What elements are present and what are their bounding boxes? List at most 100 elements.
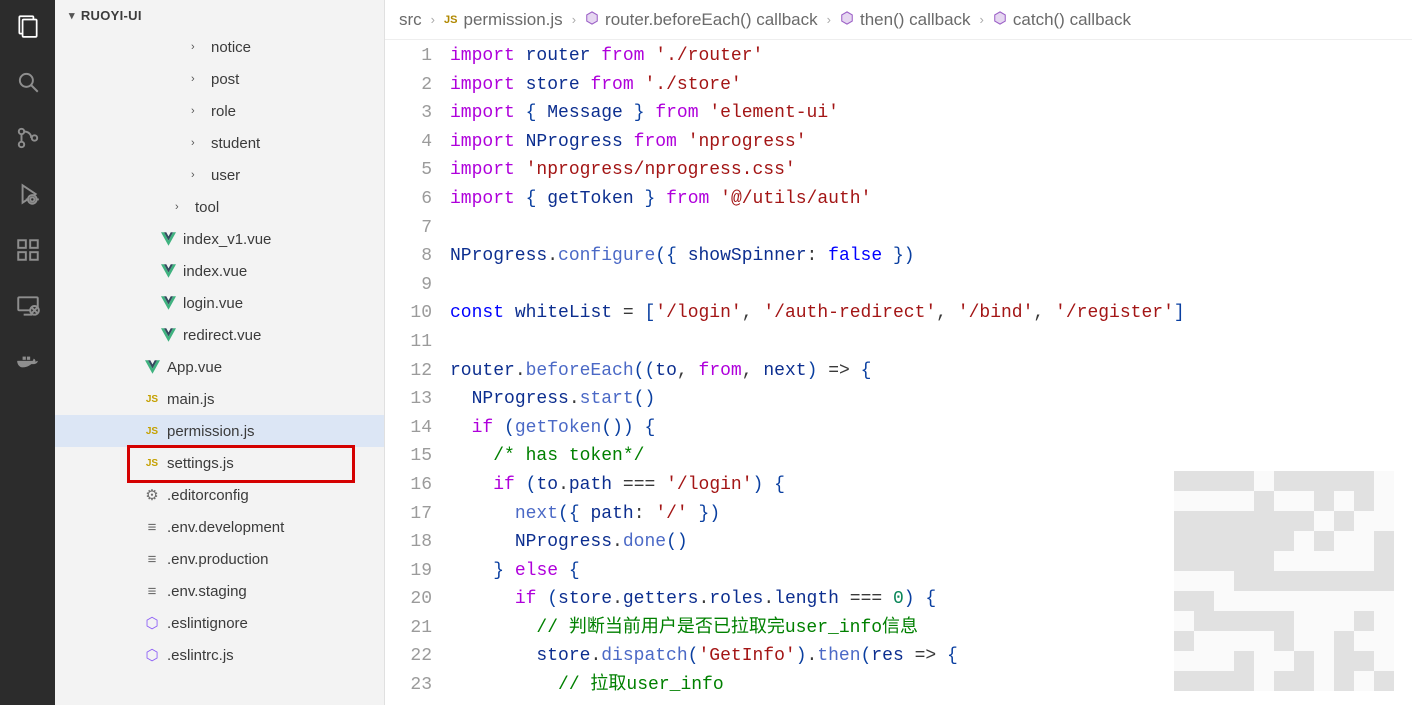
breadcrumb-item[interactable]: JS permission.js — [444, 10, 563, 30]
eslint-file-icon: ⬡ — [143, 614, 161, 632]
tree-item-label: App.vue — [167, 359, 222, 376]
chevron-right-icon: › — [191, 73, 205, 85]
tree-item-label: .env.staging — [167, 583, 247, 600]
line-number: 2 — [385, 71, 432, 100]
file-item[interactable]: index.vue — [55, 255, 384, 287]
code-line[interactable]: /* has token*/ — [450, 442, 1412, 471]
extensions-icon[interactable] — [14, 236, 42, 264]
tree-item-label: post — [211, 71, 239, 88]
file-item[interactable]: JSsettings.js — [55, 447, 384, 479]
source-control-icon[interactable] — [14, 124, 42, 152]
method-icon — [585, 11, 599, 28]
line-number: 15 — [385, 442, 432, 471]
folder-item[interactable]: › post — [55, 63, 384, 95]
tree-item-label: notice — [211, 39, 251, 56]
code-line[interactable]: import router from './router' — [450, 42, 1412, 71]
breadcrumb-label: then() callback — [860, 10, 971, 30]
folder-item[interactable]: ›notice — [55, 31, 384, 63]
code-line[interactable] — [450, 328, 1412, 357]
file-item[interactable]: ⬡.eslintrc.js — [55, 639, 384, 671]
code-line[interactable]: import NProgress from 'nprogress' — [450, 128, 1412, 157]
qr-watermark — [1174, 471, 1394, 691]
folder-item[interactable]: ›tool — [55, 191, 384, 223]
config-file-icon: ≡ — [143, 519, 161, 536]
code-line[interactable]: NProgress.start() — [450, 385, 1412, 414]
code-line[interactable] — [450, 214, 1412, 243]
vue-file-icon — [159, 296, 177, 310]
chevron-right-icon: › — [824, 12, 834, 27]
file-item[interactable]: login.vue — [55, 287, 384, 319]
line-number: 8 — [385, 242, 432, 271]
code-line[interactable]: NProgress.configure({ showSpinner: false… — [450, 242, 1412, 271]
line-number: 4 — [385, 128, 432, 157]
file-item[interactable]: redirect.vue — [55, 319, 384, 351]
gear-icon: ⚙ — [143, 486, 161, 504]
breadcrumb-label: router.beforeEach() callback — [605, 10, 818, 30]
code-line[interactable]: if (getToken()) { — [450, 414, 1412, 443]
code-line[interactable]: import { getToken } from '@/utils/auth' — [450, 185, 1412, 214]
tree-item-label: index.vue — [183, 263, 247, 280]
code-line[interactable]: import { Message } from 'element-ui' — [450, 99, 1412, 128]
file-item[interactable]: JSmain.js — [55, 383, 384, 415]
config-file-icon: ≡ — [143, 551, 161, 568]
explorer-icon[interactable] — [14, 12, 42, 40]
tree-item-label: login.vue — [183, 295, 243, 312]
code-line[interactable]: import 'nprogress/nprogress.css' — [450, 156, 1412, 185]
tree-item-label: tool — [195, 199, 219, 216]
file-item[interactable]: ≡ .env.development — [55, 511, 384, 543]
breadcrumb-item[interactable]: catch() callback — [993, 10, 1131, 30]
project-title: RUOYI-UI — [81, 8, 142, 23]
breadcrumb-label: src — [399, 10, 422, 30]
file-item[interactable]: JSpermission.js — [55, 415, 384, 447]
method-icon — [993, 11, 1007, 28]
line-number: 22 — [385, 642, 432, 671]
line-number: 17 — [385, 500, 432, 529]
line-number: 7 — [385, 214, 432, 243]
remote-icon[interactable] — [14, 292, 42, 320]
docker-icon[interactable] — [14, 348, 42, 376]
file-item[interactable]: App.vue — [55, 351, 384, 383]
folder-item[interactable]: › user — [55, 159, 384, 191]
config-file-icon: ≡ — [143, 583, 161, 600]
project-header[interactable]: ▾ RUOYI-UI — [55, 0, 384, 31]
breadcrumb[interactable]: src › JS permission.js › router.beforeEach(… — [385, 0, 1412, 40]
chevron-right-icon: › — [569, 12, 579, 27]
file-item[interactable]: ≡.env.production — [55, 543, 384, 575]
code-line[interactable]: import store from './store' — [450, 71, 1412, 100]
line-number: 20 — [385, 585, 432, 614]
line-number: 3 — [385, 99, 432, 128]
tree-item-label: .editorconfig — [167, 487, 249, 504]
breadcrumb-item[interactable]: router.beforeEach() callback — [585, 10, 818, 30]
code-editor[interactable]: 1234567891011121314151617181920212223 im… — [385, 40, 1412, 705]
code-line[interactable]: router.beforeEach((to, from, next) => { — [450, 357, 1412, 386]
folder-item[interactable]: ›student — [55, 127, 384, 159]
debug-icon[interactable] — [14, 180, 42, 208]
line-number: 6 — [385, 185, 432, 214]
chevron-right-icon: › — [428, 12, 438, 27]
file-item[interactable]: index_v1.vue — [55, 223, 384, 255]
file-item[interactable]: ⬡.eslintignore — [55, 607, 384, 639]
file-item[interactable]: ⚙ .editorconfig — [55, 479, 384, 511]
line-number: 12 — [385, 357, 432, 386]
activity-bar — [0, 0, 55, 705]
eslint-file-icon: ⬡ — [143, 646, 161, 664]
code-line[interactable]: const whiteList = ['/login', '/auth-redi… — [450, 299, 1412, 328]
tree-item-label: user — [211, 167, 240, 184]
search-icon[interactable] — [14, 68, 42, 96]
vue-file-icon — [159, 264, 177, 278]
line-number: 11 — [385, 328, 432, 357]
vue-file-icon — [143, 360, 161, 374]
line-number: 16 — [385, 471, 432, 500]
file-item[interactable]: ≡ .env.staging — [55, 575, 384, 607]
folder-item[interactable]: ›role — [55, 95, 384, 127]
code-line[interactable] — [450, 271, 1412, 300]
line-number: 1 — [385, 42, 432, 71]
tree-item-label: settings.js — [167, 455, 234, 472]
line-number: 21 — [385, 614, 432, 643]
tree-item-label: .env.development — [167, 519, 284, 536]
chevron-right-icon: › — [191, 169, 205, 181]
breadcrumb-item[interactable]: src — [399, 10, 422, 30]
file-tree[interactable]: ›notice›post›role›student›user›toolindex… — [55, 31, 384, 705]
breadcrumb-item[interactable]: then() callback — [840, 10, 971, 30]
chevron-right-icon: › — [191, 137, 205, 149]
